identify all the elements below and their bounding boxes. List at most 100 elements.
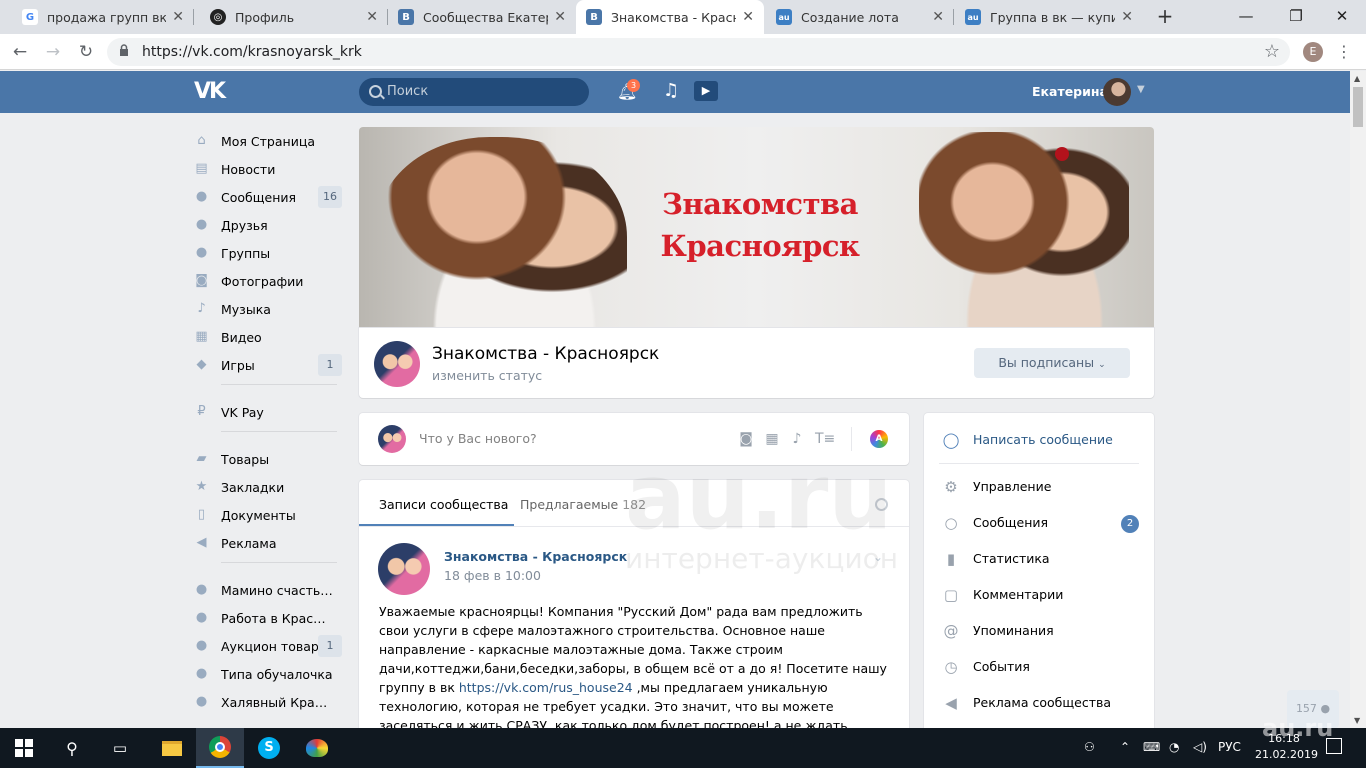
search-input[interactable]: Поиск: [359, 78, 589, 106]
write-message-button[interactable]: ◯ Написать сообщение: [924, 421, 1154, 457]
chrome-icon[interactable]: [196, 728, 244, 768]
documents-icon: ▯: [197, 507, 206, 522]
new-post-input[interactable]: Что у Вас нового?: [419, 431, 537, 446]
start-button[interactable]: [0, 728, 48, 768]
browser-tab-title: Знакомства - Красноя: [611, 9, 736, 25]
file-explorer-icon[interactable]: [148, 728, 196, 768]
paint-icon[interactable]: [293, 728, 341, 768]
volume-icon[interactable]: ◁): [1193, 740, 1207, 754]
browser-tab-title: Сообщества Екатерин: [423, 9, 548, 25]
avatar[interactable]: [1103, 78, 1131, 106]
group-avatar[interactable]: [374, 341, 420, 387]
action-item[interactable]: @ Упоминания: [924, 612, 1154, 648]
sidebar-item[interactable]: ● Халявный Красно...: [190, 688, 345, 716]
sidebar-item[interactable]: ▯ Документы: [190, 501, 345, 529]
sidebar-item[interactable]: ● Мамино счастье-...: [190, 576, 345, 604]
sidebar-item[interactable]: ★ Закладки: [190, 473, 345, 501]
sidebar-item[interactable]: ▤ Новости: [190, 155, 345, 183]
sidebar-item[interactable]: ● Типа обучалочка: [190, 660, 345, 688]
sidebar-item[interactable]: ● Друзья: [190, 211, 345, 239]
sidebar-item[interactable]: ◙ Фотографии: [190, 267, 345, 295]
chevron-up-icon[interactable]: ⌃: [1120, 740, 1130, 754]
sidebar-item[interactable]: ● Сообщения 16: [190, 183, 345, 211]
rose-icon: [1055, 147, 1069, 161]
sidebar-item-label: Аукцион товар...: [221, 639, 331, 654]
avatar[interactable]: [378, 543, 430, 595]
market-icon: ▰: [196, 451, 207, 466]
page-scrollbar[interactable]: ▲ ▼: [1350, 71, 1366, 728]
search-icon[interactable]: ⚲: [48, 728, 96, 768]
task-view-icon[interactable]: ▭: [96, 728, 144, 768]
reload-icon[interactable]: ↻: [74, 40, 98, 64]
sidebar-item[interactable]: ● Работа в Красно...: [190, 604, 345, 632]
skype-icon[interactable]: S: [245, 728, 293, 768]
action-item[interactable]: ▢ Комментарии: [924, 576, 1154, 612]
action-item[interactable]: ◷ События: [924, 648, 1154, 684]
vk-logo[interactable]: VK: [194, 81, 228, 103]
forward-icon[interactable]: →: [41, 40, 65, 64]
action-item-label: Упоминания: [973, 623, 1054, 638]
new-tab-button[interactable]: +: [1153, 4, 1177, 28]
sidebar-item[interactable]: ● Аукцион товар... 1: [190, 632, 345, 660]
close-window-button[interactable]: ✕: [1322, 2, 1362, 30]
tab-community-posts[interactable]: Записи сообщества: [379, 497, 508, 512]
browser-tab-active[interactable]: В Знакомства - Красноя ✕: [576, 0, 764, 34]
bookmark-star-icon[interactable]: ☆: [1264, 41, 1280, 62]
action-item[interactable]: ◀ Реклама сообщества: [924, 684, 1154, 720]
post-link[interactable]: https://vk.com/rus_house24: [459, 680, 633, 695]
browser-menu-icon[interactable]: ⋮: [1336, 40, 1352, 64]
people-icon[interactable]: ⚇: [1084, 740, 1095, 754]
action-item[interactable]: ▮ Статистика: [924, 540, 1154, 576]
close-tab-icon[interactable]: ✕: [742, 9, 754, 25]
sidebar-item[interactable]: ♪ Музыка: [190, 295, 345, 323]
sidebar-item[interactable]: ▰ Товары: [190, 445, 345, 473]
close-tab-icon[interactable]: ✕: [554, 9, 566, 25]
browser-tab[interactable]: В Сообщества Екатерин ✕: [388, 0, 576, 34]
sidebar-item[interactable]: ▦ Видео: [190, 323, 345, 351]
sidebar-item[interactable]: ● Группы: [190, 239, 345, 267]
browser-tab[interactable]: au Группа в вк — купить ✕: [955, 0, 1143, 34]
close-tab-icon[interactable]: ✕: [932, 9, 944, 25]
sidebar-item-label: Фотографии: [221, 274, 304, 289]
sidebar-item[interactable]: ◀ Реклама: [190, 529, 345, 557]
browser-tab[interactable]: ◎ Профиль ✕: [200, 0, 388, 34]
scroll-down-icon[interactable]: ▼: [1354, 716, 1360, 725]
vk-icon: В: [398, 9, 414, 25]
divider: [221, 384, 337, 385]
close-tab-icon[interactable]: ✕: [172, 9, 184, 25]
maximize-button[interactable]: ❐: [1276, 2, 1316, 30]
post-author[interactable]: Знакомства - Красноярск: [444, 549, 627, 564]
chevron-down-icon[interactable]: ▼: [1137, 84, 1145, 95]
sidebar-item[interactable]: ⌂ Моя Страница: [190, 127, 345, 155]
play-icon[interactable]: ▶: [694, 81, 718, 101]
action-item[interactable]: ○ Сообщения 2: [924, 504, 1154, 540]
close-tab-icon[interactable]: ✕: [366, 9, 378, 25]
sidebar-item-label: Друзья: [221, 218, 268, 233]
lock-icon: [120, 44, 128, 56]
user-name[interactable]: Екатерина: [1032, 84, 1108, 99]
wifi-icon[interactable]: ◔: [1169, 740, 1179, 754]
browser-toolbar: ← → ↻ https://vk.com/krasnoyarsk_krk ☆: [0, 34, 1366, 70]
post-date[interactable]: 18 фев в 10:00: [444, 568, 541, 583]
browser-profile-avatar[interactable]: E: [1303, 42, 1323, 62]
scroll-up-icon[interactable]: ▲: [1354, 74, 1360, 83]
auction-watermark-text: интернет-аукцион: [625, 542, 899, 575]
browser-tab[interactable]: au Создание лота ✕: [766, 0, 954, 34]
keyboard-icon[interactable]: ⌨: [1143, 740, 1160, 754]
back-icon[interactable]: ←: [8, 40, 32, 64]
music-icon[interactable]: ♫: [663, 81, 679, 101]
close-tab-icon[interactable]: ✕: [1121, 9, 1133, 25]
divider: [221, 431, 337, 432]
edit-status-link[interactable]: изменить статус: [432, 368, 542, 383]
subscribed-button[interactable]: Вы подписаны ⌄: [974, 348, 1130, 378]
address-bar[interactable]: https://vk.com/krasnoyarsk_krk ☆: [107, 38, 1290, 66]
action-item[interactable]: ⚙ Управление: [924, 468, 1154, 504]
language-indicator[interactable]: РУС: [1218, 740, 1241, 754]
sidebar-item[interactable]: ◆ Игры 1: [190, 351, 345, 379]
browser-tab-title: Создание лота: [801, 9, 899, 25]
sidebar-item[interactable]: ₽ VK Pay: [190, 398, 345, 426]
minimize-button[interactable]: —: [1226, 2, 1266, 30]
browser-tab[interactable]: G продажа групп вк - По ✕: [12, 0, 194, 34]
windows-icon: [15, 739, 33, 757]
scrollbar-thumb[interactable]: [1353, 87, 1363, 127]
